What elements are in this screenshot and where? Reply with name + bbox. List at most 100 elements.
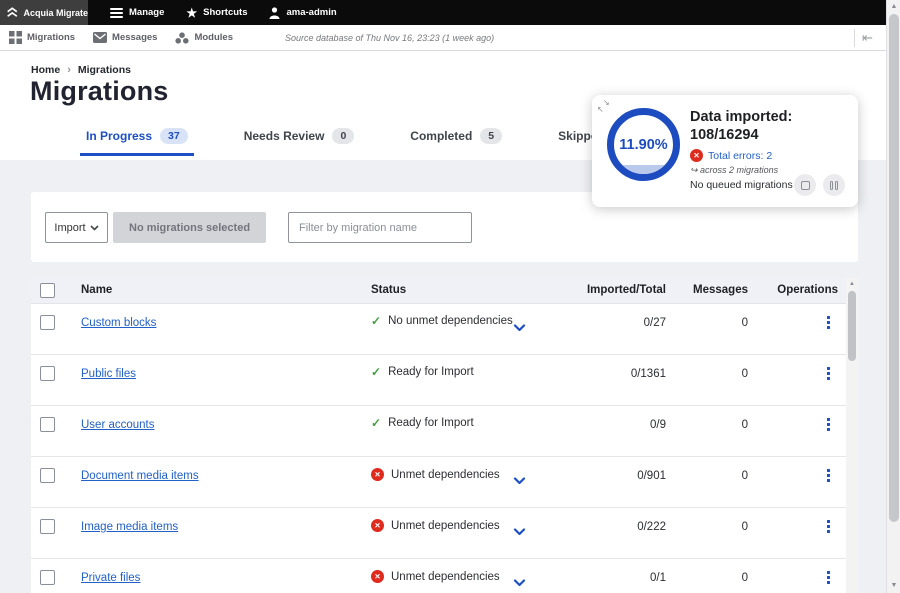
status-label: Ready for Import <box>388 366 474 378</box>
tab-in-progress[interactable]: In Progress37 <box>80 124 194 156</box>
row-checkbox[interactable] <box>40 468 55 483</box>
manage-menu[interactable]: Manage <box>110 0 164 25</box>
page-title: Migrations <box>30 76 169 107</box>
toolbar-item-messages[interactable]: Messages <box>93 32 157 43</box>
source-database-note: Source database of Thu Nov 16, 23:23 (1 … <box>285 33 494 43</box>
toolbar-item-modules[interactable]: Modules <box>175 32 233 44</box>
messages-count: 0 <box>678 317 748 329</box>
migration-filter-input[interactable] <box>288 212 472 243</box>
scroll-up-icon[interactable]: ▲ <box>887 0 900 14</box>
imported-total-value: 0/901 <box>536 470 666 482</box>
chevron-down-icon[interactable] <box>513 472 526 490</box>
selection-status-button: No migrations selected <box>113 212 266 243</box>
row-checkbox[interactable] <box>40 417 55 432</box>
operations-kebab-icon[interactable] <box>818 418 838 431</box>
shortcuts-menu[interactable]: ★ Shortcuts <box>186 0 247 25</box>
tab-needs-review[interactable]: Needs Review0 <box>238 124 361 156</box>
status-cell: ✕ Unmet dependencies <box>371 519 500 532</box>
messages-count: 0 <box>678 368 748 380</box>
tab-count-badge: 5 <box>480 128 502 144</box>
brand-acquia-migrate[interactable]: Acquia Migrate <box>0 0 88 25</box>
table-body: Custom blocks ✓No unmet dependencies 0/27 0… <box>31 304 846 593</box>
tab-count-badge: 0 <box>332 128 354 144</box>
modules-label: Modules <box>194 32 233 43</box>
table-scrollbar[interactable]: ▲ <box>846 278 858 593</box>
breadcrumb-home[interactable]: Home <box>31 64 60 76</box>
row-checkbox[interactable] <box>40 570 55 585</box>
operations-kebab-icon[interactable] <box>818 316 838 329</box>
breadcrumb-current: Migrations <box>78 64 131 76</box>
brand-label: Acquia Migrate <box>23 8 88 18</box>
migration-name-link[interactable]: User accounts <box>81 419 155 431</box>
chevron-down-icon[interactable] <box>513 523 526 541</box>
operations-kebab-icon[interactable] <box>818 571 838 584</box>
modules-icon <box>175 32 189 44</box>
shortcuts-label: Shortcuts <box>203 7 247 18</box>
toolbar-item-migrations[interactable]: Migrations <box>9 31 75 44</box>
imported-total-value: 0/27 <box>536 317 666 329</box>
imported-total-value: 0/222 <box>536 521 666 533</box>
total-errors-row: ✕ Total errors: 2 <box>690 149 848 162</box>
status-cell: ✓ Ready for Import <box>371 417 474 429</box>
import-dropdown-button[interactable]: Import <box>45 212 108 243</box>
envelope-icon <box>93 32 107 43</box>
manage-label: Manage <box>129 7 164 18</box>
column-header-messages: Messages <box>658 284 748 296</box>
stop-icon <box>801 181 810 190</box>
migration-name-link[interactable]: Public files <box>81 368 136 380</box>
migration-name-link[interactable]: Custom blocks <box>81 317 156 329</box>
progress-ring: 11.90% <box>607 108 680 181</box>
row-checkbox[interactable] <box>40 315 55 330</box>
status-label: Unmet dependencies <box>391 520 500 532</box>
status-cell: ✕Unmet dependencies <box>371 570 500 583</box>
import-label: Import <box>54 222 85 234</box>
tab-completed[interactable]: Completed5 <box>404 124 508 156</box>
row-checkbox[interactable] <box>40 366 55 381</box>
acquia-migrate-app: Acquia Migrate Manage ★ Shortcuts ama-ad… <box>0 0 900 593</box>
data-imported-title: Data imported: 108/16294 <box>690 108 848 144</box>
user-menu[interactable]: ama-admin <box>269 0 336 25</box>
migrations-label: Migrations <box>27 32 75 43</box>
status-label: Ready for Import <box>388 417 474 429</box>
chevron-down-icon[interactable] <box>513 574 526 592</box>
scroll-up-icon[interactable]: ▲ <box>846 278 858 290</box>
user-icon <box>269 7 280 19</box>
check-icon: ✓ <box>371 417 381 429</box>
status-cell: ✓No unmet dependencies <box>371 315 513 327</box>
admin-toolbar: Acquia Migrate Manage ★ Shortcuts ama-ad… <box>0 0 886 25</box>
table-scrollbar-thumb[interactable] <box>848 291 856 361</box>
username-label: ama-admin <box>286 7 336 18</box>
operations-kebab-icon[interactable] <box>818 367 838 380</box>
chevron-down-icon[interactable] <box>513 319 526 337</box>
operations-kebab-icon[interactable] <box>818 469 838 482</box>
migration-name-link[interactable]: Image media items <box>81 521 178 533</box>
secondary-toolbar: Migrations Messages Modules Source datab… <box>0 25 886 51</box>
total-errors-link[interactable]: Total errors: 2 <box>708 150 772 162</box>
row-checkbox[interactable] <box>40 519 55 534</box>
chevron-down-icon <box>90 225 99 231</box>
progress-percent: 11.90% <box>619 137 667 153</box>
tray-collapse-icon[interactable]: ⇤ <box>854 29 880 47</box>
page-scrollbar[interactable]: ▲ ▼ <box>886 0 900 593</box>
resize-icon[interactable]: ↘ ↖ <box>597 98 613 114</box>
scroll-down-icon[interactable]: ▼ <box>887 579 900 593</box>
chevron-right-icon: › <box>67 64 71 76</box>
pause-import-button[interactable] <box>823 174 845 196</box>
progress-card-buttons <box>794 174 845 196</box>
pause-icon <box>830 181 838 190</box>
error-icon: ✕ <box>371 468 384 481</box>
page-scrollbar-thumb[interactable] <box>889 14 899 522</box>
migration-name-link[interactable]: Private files <box>81 572 140 584</box>
migration-name-link[interactable]: Document media items <box>81 470 199 482</box>
error-icon: ✕ <box>371 519 384 532</box>
check-icon: ✓ <box>371 366 381 378</box>
error-icon: ✕ <box>690 149 703 162</box>
breadcrumb: Home › Migrations <box>31 64 131 76</box>
hamburger-icon <box>110 6 123 20</box>
select-all-checkbox[interactable] <box>40 283 55 298</box>
grid-icon <box>9 31 22 44</box>
column-header-imported-total: Imported/Total <box>516 284 666 296</box>
operations-kebab-icon[interactable] <box>818 520 838 533</box>
table-row: User accounts✓Ready for Import0/90 <box>31 406 846 457</box>
stop-import-button[interactable] <box>794 174 816 196</box>
